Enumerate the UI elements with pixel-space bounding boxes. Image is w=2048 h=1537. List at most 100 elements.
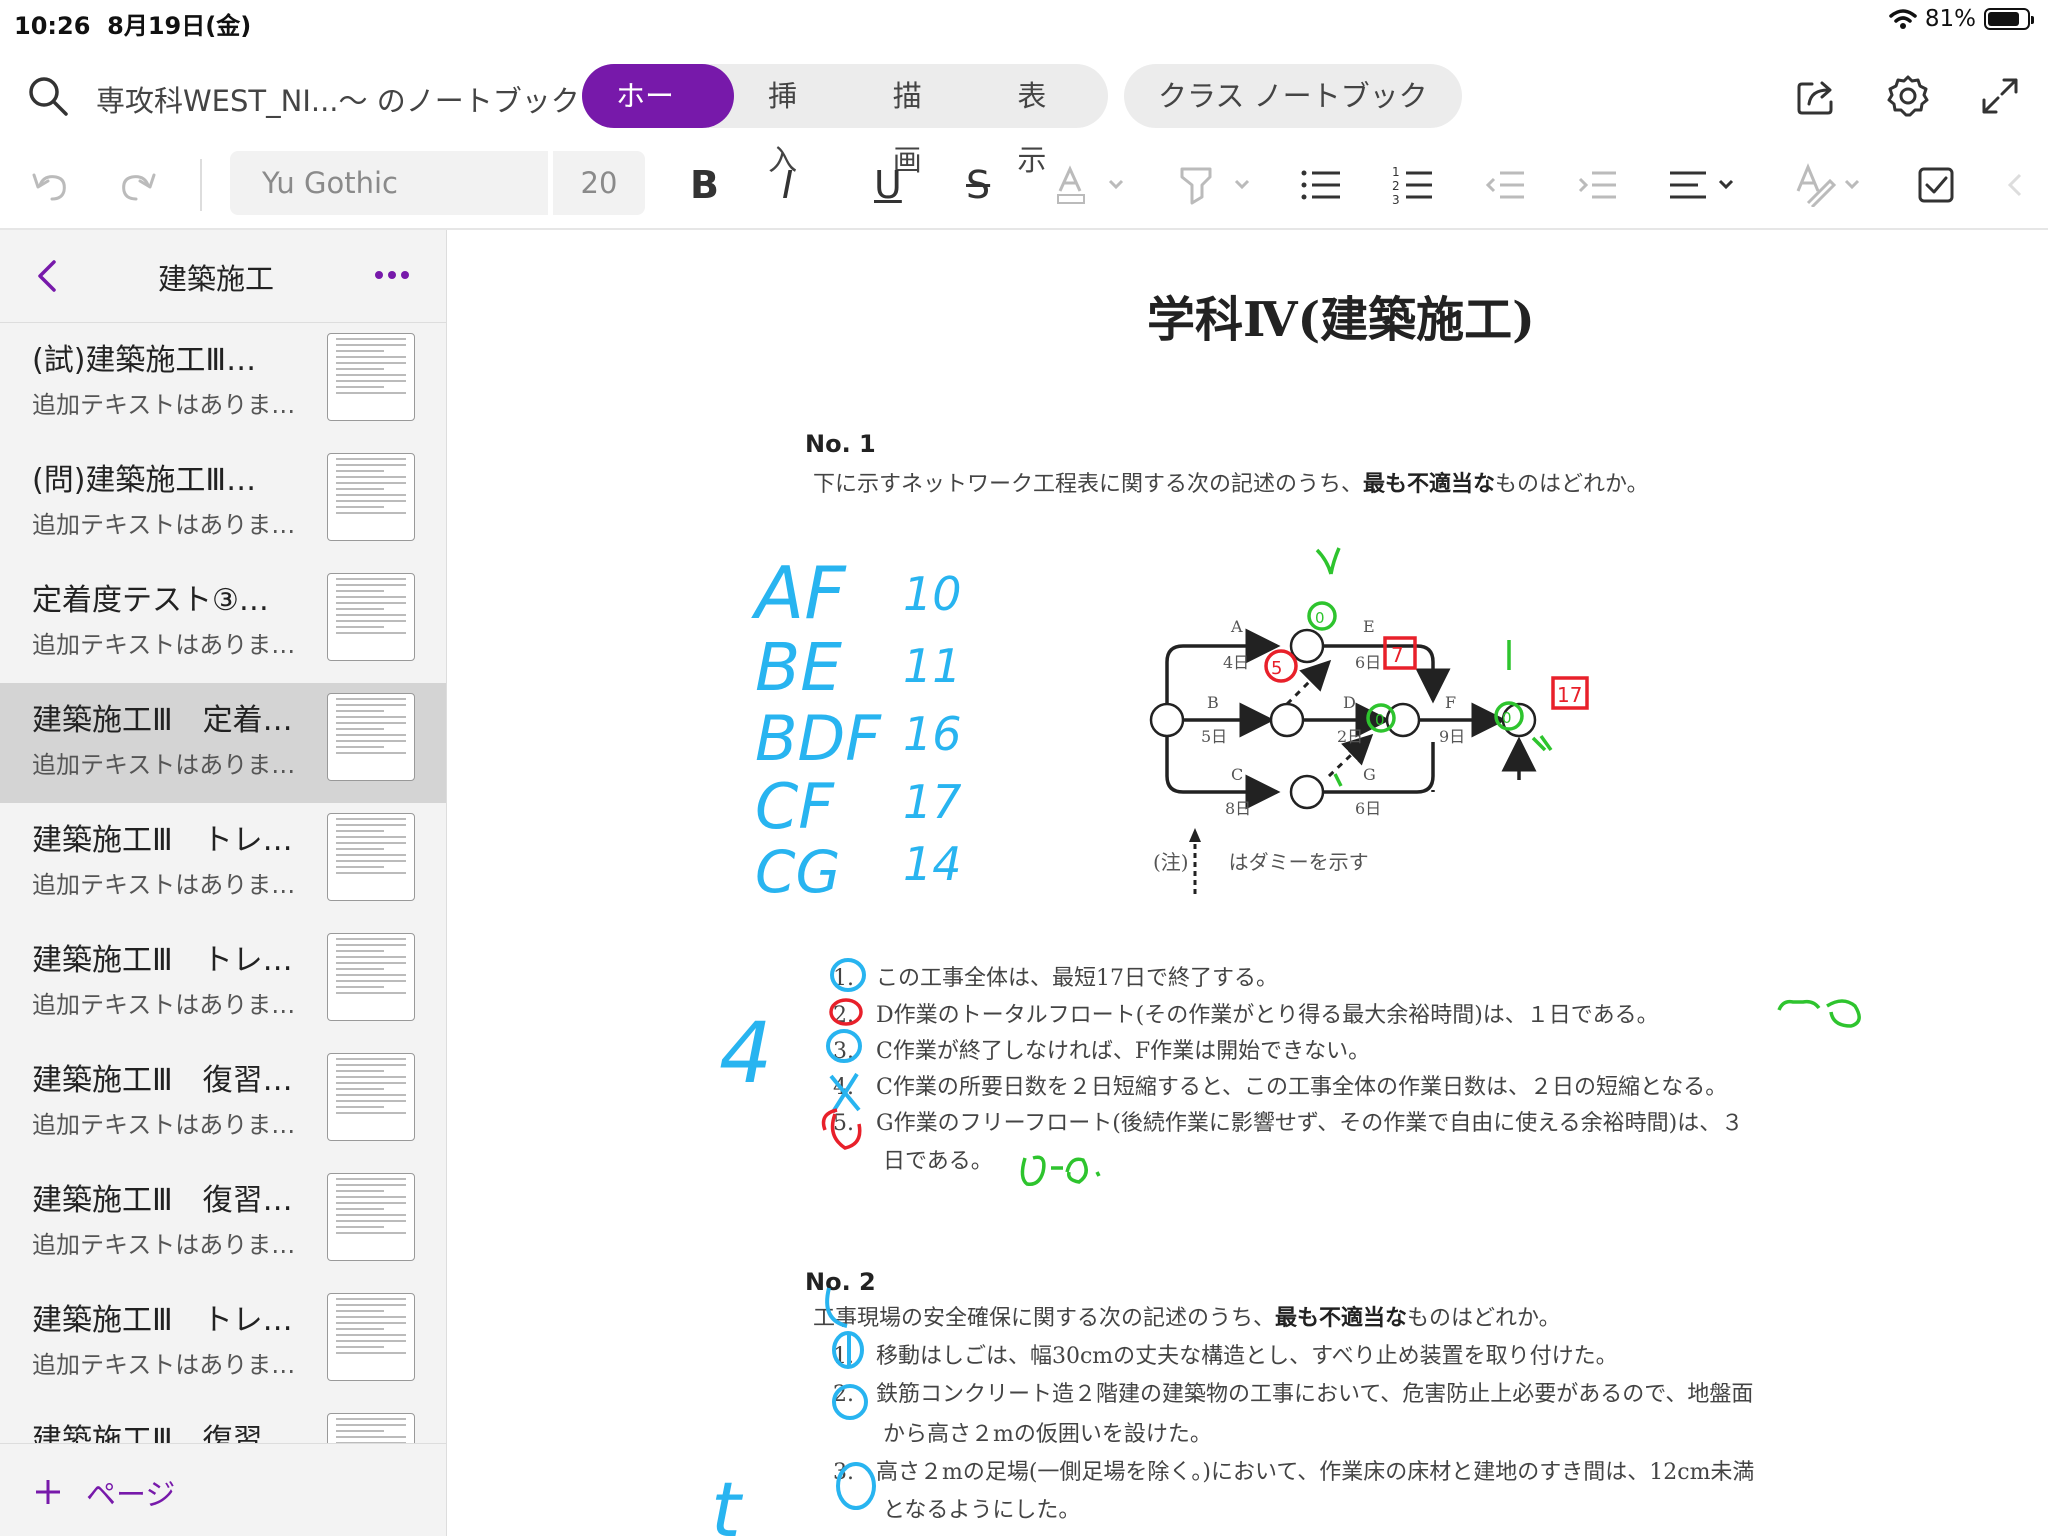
ink-path-5: CG (755, 838, 840, 906)
network-diagram: A 4日 E 6日 B 5日 D 2日 F 9日 C 8日 G 6日 (1149, 617, 1537, 818)
outdent-icon[interactable] (1484, 163, 1526, 207)
page-list-item[interactable]: 建築施工Ⅲ 復習 (0, 1403, 446, 1443)
svg-text:1: 1 (1392, 165, 1400, 179)
toolbar-divider (200, 159, 202, 211)
share-icon[interactable] (1792, 72, 1840, 120)
tab-insert[interactable]: 挿入 (734, 64, 859, 177)
page-list-item[interactable]: 建築施工Ⅲ 復習… 追加テキストはありま… (0, 1163, 446, 1283)
ink-duration-5: 14 (903, 837, 962, 891)
format-toolbar: Yu Gothic 20 B I U S 1 2 3 (0, 145, 2048, 225)
font-family-select[interactable]: Yu Gothic (230, 151, 548, 215)
label-d-days: 2日 (1337, 727, 1363, 746)
q2-option-2: 2. 鉄筋コンクリート造２階建の建築物の工事において、危害防止上必要があるので、… (833, 1382, 1754, 1407)
q1-option-4: 4. C作業の所要日数を２日短縮すると、この工事全体の作業日数は、２日の短縮とな… (833, 1075, 1728, 1100)
strikethrough-button[interactable]: S (966, 155, 990, 215)
ink-answer-q2: t (711, 1465, 744, 1536)
ink-path-1: AF (751, 551, 847, 635)
label-b: B (1207, 693, 1219, 712)
node-start (1149, 702, 1185, 738)
numbered-list-icon[interactable]: 1 2 3 (1392, 163, 1434, 207)
label-b-days: 5日 (1201, 727, 1227, 746)
svg-text:2: 2 (1392, 179, 1400, 193)
highlighter-icon[interactable] (1176, 163, 1256, 207)
gear-icon[interactable] (1884, 72, 1932, 120)
question-1-number: No. 1 (805, 430, 876, 458)
label-e: E (1363, 617, 1375, 636)
ink-duration-3: 16 (903, 707, 962, 761)
page-title: 建築施工Ⅲ トレ… (32, 943, 293, 978)
node-3 (1289, 628, 1325, 664)
align-icon[interactable] (1668, 163, 1742, 207)
search-icon[interactable] (26, 74, 70, 118)
page-list-sidebar: 建築施工 (試)建築施工Ⅲ… 追加テキストはありま… (問)建築施工Ⅲ… 追加テキスト… (0, 230, 447, 1536)
q2-option-3-cont: となるようにした。 (883, 1498, 1081, 1523)
toolbar-scroll-icon[interactable] (2004, 163, 2024, 207)
sidebar-footer: ページ (0, 1443, 446, 1537)
question-2-text: 工事現場の安全確保に関する次の記述のうち、最も不適当なものはどれか。 (813, 1305, 1561, 1331)
node-end (1501, 702, 1537, 738)
label-g-days: 6日 (1355, 799, 1381, 818)
expand-icon[interactable] (1976, 72, 2024, 120)
checkbox-tag-icon[interactable] (1914, 163, 1958, 207)
battery-icon (1984, 8, 2034, 30)
page-preview-text: 追加テキストはありま… (32, 1111, 296, 1139)
page-list-item[interactable]: 建築施工Ⅲ 定着… 追加テキストはありま… (0, 683, 446, 803)
label-c: C (1231, 765, 1243, 784)
ink-answer-q1: 4 (719, 1004, 772, 1102)
add-page-label: ページ (86, 1478, 176, 1513)
page-preview-text: 追加テキストはありま… (32, 751, 296, 779)
notebook-title[interactable]: 専攻科WEST_NI...〜 のノートブック (96, 78, 580, 120)
page-thumbnail (327, 573, 415, 661)
page-list-item[interactable]: 建築施工Ⅲ トレ… 追加テキストはありま… (0, 803, 446, 923)
question-2-number: No. 2 (805, 1268, 876, 1296)
document-title: 学科Ⅳ(建築施工) (1147, 292, 1535, 348)
dummy-1 (1285, 659, 1332, 706)
node-2 (1269, 702, 1305, 738)
label-d: D (1343, 693, 1356, 712)
bold-button[interactable]: B (690, 155, 719, 215)
page-canvas[interactable]: 学科Ⅳ(建築施工) No. 1 下に示すネットワーク工程表に関する次の記述のうち… (447, 230, 2048, 1536)
edge-a (1165, 628, 1281, 720)
tab-home[interactable]: ホーム (582, 64, 735, 177)
page-list-item[interactable]: (問)建築施工Ⅲ… 追加テキストはありま… (0, 443, 446, 563)
underline-button[interactable]: U (874, 155, 902, 215)
page-title: 建築施工Ⅲ 定着… (32, 703, 293, 738)
italic-button[interactable]: I (782, 155, 793, 215)
label-a-days: 4日 (1223, 653, 1249, 672)
q1-option-5-cont: 日である。 (883, 1149, 993, 1174)
q2-option-1: 1. 移動はしごは、幅30cmの丈夫な構造とし、すべり止め装置を取り付けた。 (833, 1344, 1618, 1369)
page-list-item[interactable]: (試)建築施工Ⅲ… 追加テキストはありま… (0, 323, 446, 443)
ribbon-tabs: ホーム 挿入 描画 表示 (582, 64, 1108, 177)
page-list-item[interactable]: 建築施工Ⅲ トレ… 追加テキストはありま… (0, 923, 446, 1043)
page-list-item[interactable]: 建築施工Ⅲ トレ… 追加テキストはありま… (0, 1283, 446, 1403)
page-title: 定着度テスト③… (32, 583, 269, 618)
q2-option-2-cont: から高さ２mの仮囲いを設けた。 (883, 1422, 1212, 1447)
font-size-select[interactable]: 20 (553, 151, 645, 215)
diagram-note: (注) はダミーを示す (1153, 850, 1369, 874)
label-e-days: 6日 (1355, 653, 1381, 672)
top-nav: 専攻科WEST_NI...〜 のノートブック ホーム 挿入 描画 表示 クラス … (0, 58, 2048, 177)
page-title: 建築施工Ⅲ 復習 (32, 1423, 263, 1443)
redo-icon[interactable] (116, 163, 160, 207)
class-notebook-button[interactable]: クラス ノートブック (1124, 64, 1462, 128)
more-options-icon[interactable] (374, 270, 410, 280)
page-list-item[interactable]: 建築施工Ⅲ 復習… 追加テキストはありま… (0, 1043, 446, 1163)
font-color-icon[interactable] (1054, 163, 1130, 207)
dummy-legend-arrow (1189, 828, 1201, 894)
plus-icon (36, 1480, 60, 1504)
undo-icon[interactable] (28, 163, 72, 207)
status-bar: 10:26 8月19日(金) 81% (0, 0, 2048, 44)
q1-option-3: 3. C作業が終了しなければ、F作業は開始できない。 (833, 1039, 1371, 1064)
page-list-item[interactable]: 定着度テスト③… 追加テキストはありま… (0, 563, 446, 683)
node-5 (1289, 774, 1325, 810)
styles-icon[interactable] (1794, 163, 1868, 207)
tab-view[interactable]: 表示 (983, 64, 1108, 177)
status-right: 81% (1889, 6, 2034, 32)
bullet-list-icon[interactable] (1300, 163, 1342, 207)
page-thumbnail (327, 813, 415, 901)
add-page-button[interactable]: ページ (32, 1470, 175, 1514)
page-preview-text: 追加テキストはありま… (32, 1231, 296, 1259)
tab-draw[interactable]: 描画 (859, 64, 984, 177)
ink-duration-1: 10 (903, 567, 962, 621)
indent-icon[interactable] (1576, 163, 1618, 207)
